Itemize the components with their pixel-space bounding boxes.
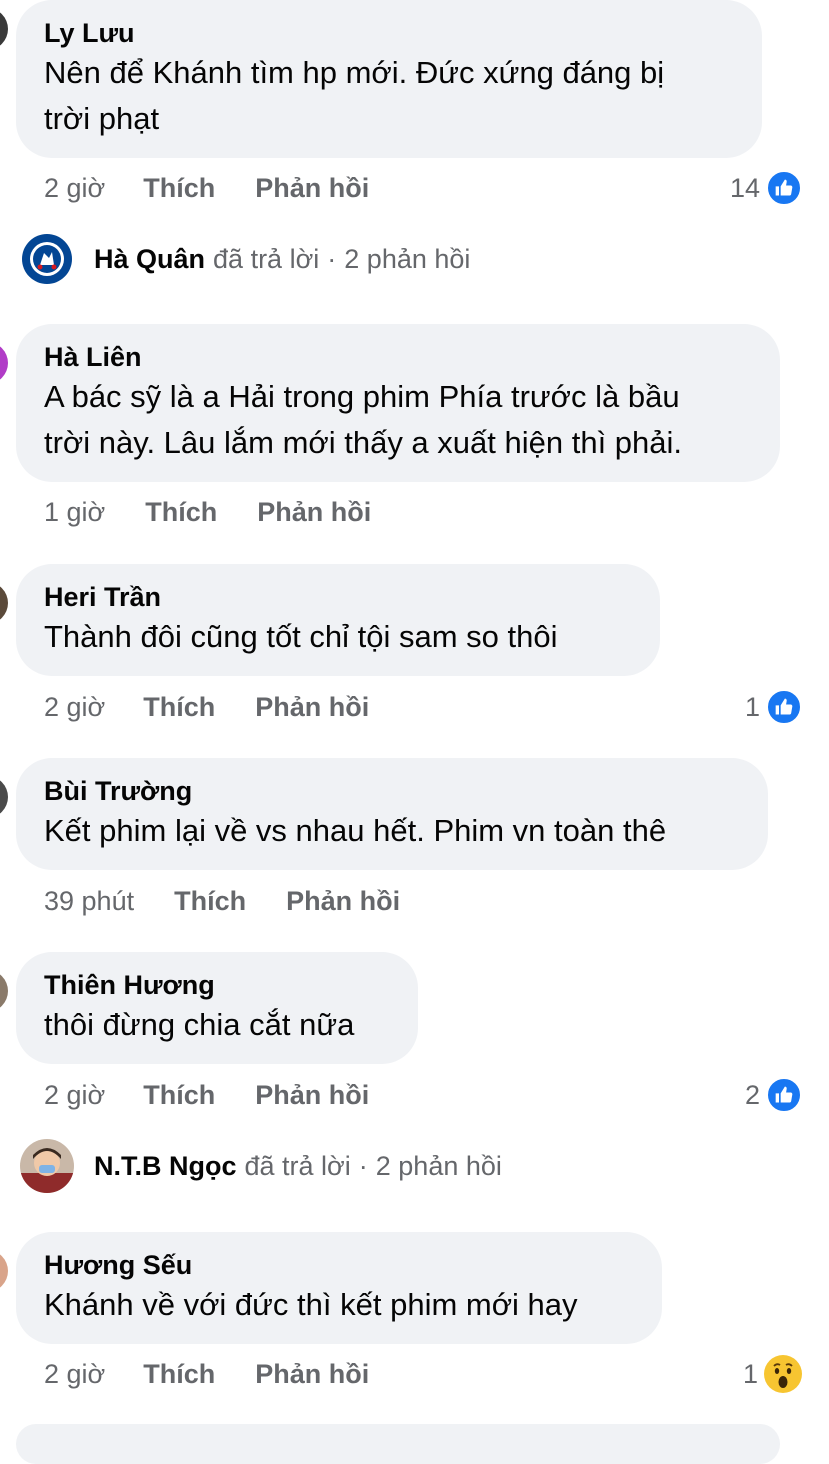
reply-action[interactable]: Phản hồi <box>255 692 369 723</box>
reply-author: N.T.B Ngọc <box>94 1150 237 1181</box>
reaction-summary[interactable]: 14 <box>730 168 802 208</box>
comment-author[interactable]: Thiên Hương <box>44 968 390 1002</box>
like-action[interactable]: Thích <box>143 1359 215 1390</box>
like-icon <box>766 689 802 725</box>
comment-author[interactable]: Hà Liên <box>44 340 752 374</box>
comment-avatar[interactable] <box>0 582 8 624</box>
comment-bubble: Thiên Hương thôi đừng chia cắt nữa <box>16 952 418 1064</box>
comment-text: thôi đừng chia cắt nữa <box>44 1007 355 1042</box>
reply-separator: · <box>358 1150 368 1181</box>
reply-action[interactable]: Phản hồi <box>255 1080 369 1111</box>
comment-avatar[interactable] <box>0 970 8 1012</box>
reply-thread-link[interactable]: Hà Quân đã trả lời · 2 phản hồi <box>20 231 470 287</box>
reply-action[interactable]: Phản hồi <box>257 497 371 528</box>
comment-avatar[interactable] <box>0 342 8 384</box>
comment-text: Nên để Khánh tìm hp mới. Đức xứng đáng b… <box>44 55 665 136</box>
reply-action-text: đã trả lời <box>213 243 320 274</box>
reply-thread-link[interactable]: N.T.B Ngọc đã trả lời · 2 phản hồi <box>20 1138 502 1194</box>
comment-author[interactable]: Heri Trần <box>44 580 632 614</box>
comment-author[interactable]: Bùi Trường <box>44 774 740 808</box>
reaction-summary[interactable]: 2 <box>745 1075 802 1115</box>
comment-time[interactable]: 39 phút <box>44 886 134 917</box>
comment-time[interactable]: 2 giờ <box>44 1359 105 1390</box>
comment-actions: 39 phút Thích Phản hồi <box>44 881 400 921</box>
reply-author: Hà Quân <box>94 243 206 274</box>
like-icon <box>766 1077 802 1113</box>
reply-separator: · <box>327 243 337 274</box>
comment-actions: 2 giờ Thích Phản hồi <box>44 1354 369 1394</box>
comment-bubble: Ly Lưu Nên để Khánh tìm hp mới. Đức xứng… <box>16 0 762 158</box>
reaction-summary[interactable]: 1 <box>745 687 802 727</box>
wow-icon <box>764 1355 802 1393</box>
comment-time[interactable]: 1 giờ <box>44 497 105 528</box>
comment-text: Khánh về với đức thì kết phim mới hay <box>44 1287 578 1322</box>
comment-time[interactable]: 2 giờ <box>44 1080 105 1111</box>
reply-action[interactable]: Phản hồi <box>255 1359 369 1390</box>
comment-text: Thành đôi cũng tốt chỉ tội sam so thôi <box>44 619 558 654</box>
comment-actions: 2 giờ Thích Phản hồi <box>44 687 369 727</box>
chelsea-crest-avatar <box>20 232 74 286</box>
reaction-count: 14 <box>729 172 760 203</box>
comment-time[interactable]: 2 giờ <box>44 692 105 723</box>
comment-bubble: Hà Liên A bác sỹ là a Hải trong phim Phí… <box>16 324 780 482</box>
like-action[interactable]: Thích <box>174 886 246 917</box>
comment-bubble: Heri Trần Thành đôi cũng tốt chỉ tội sam… <box>16 564 660 676</box>
reply-action[interactable]: Phản hồi <box>286 886 400 917</box>
reaction-count: 1 <box>744 691 760 722</box>
reply-count: 2 phản hồi <box>375 1150 502 1181</box>
comment-actions: 2 giờ Thích Phản hồi <box>44 168 369 208</box>
reaction-count: 2 <box>744 1079 760 1110</box>
comment-avatar[interactable] <box>0 776 8 818</box>
comment-actions: 2 giờ Thích Phản hồi <box>44 1075 369 1115</box>
comment-text: Kết phim lại về vs nhau hết. Phim vn toà… <box>44 813 667 848</box>
comment-author[interactable]: Ly Lưu <box>44 16 734 50</box>
comment-text: A bác sỹ là a Hải trong phim Phía trước … <box>44 379 683 460</box>
comment-avatar[interactable] <box>0 8 8 50</box>
reply-action-text: đã trả lời <box>244 1150 351 1181</box>
like-action[interactable]: Thích <box>145 497 217 528</box>
child-photo-avatar <box>20 1139 74 1193</box>
comment-time[interactable]: 2 giờ <box>44 173 105 204</box>
comment-bubble: Bùi Trường Kết phim lại về vs nhau hết. … <box>16 758 768 870</box>
comment-bubble: Hương Sếu Khánh về với đức thì kết phim … <box>16 1232 662 1344</box>
like-action[interactable]: Thích <box>143 1080 215 1111</box>
comment-actions: 1 giờ Thích Phản hồi <box>44 492 371 532</box>
reaction-summary[interactable]: 1 <box>743 1354 802 1394</box>
comment-avatar[interactable] <box>0 1250 8 1292</box>
like-action[interactable]: Thích <box>143 173 215 204</box>
comment-bubble-partial <box>16 1424 780 1464</box>
comment-author[interactable]: Hương Sếu <box>44 1248 634 1282</box>
like-icon <box>766 170 802 206</box>
reply-action[interactable]: Phản hồi <box>255 173 369 204</box>
reaction-count: 1 <box>742 1358 758 1389</box>
like-action[interactable]: Thích <box>143 692 215 723</box>
reply-count: 2 phản hồi <box>344 243 471 274</box>
